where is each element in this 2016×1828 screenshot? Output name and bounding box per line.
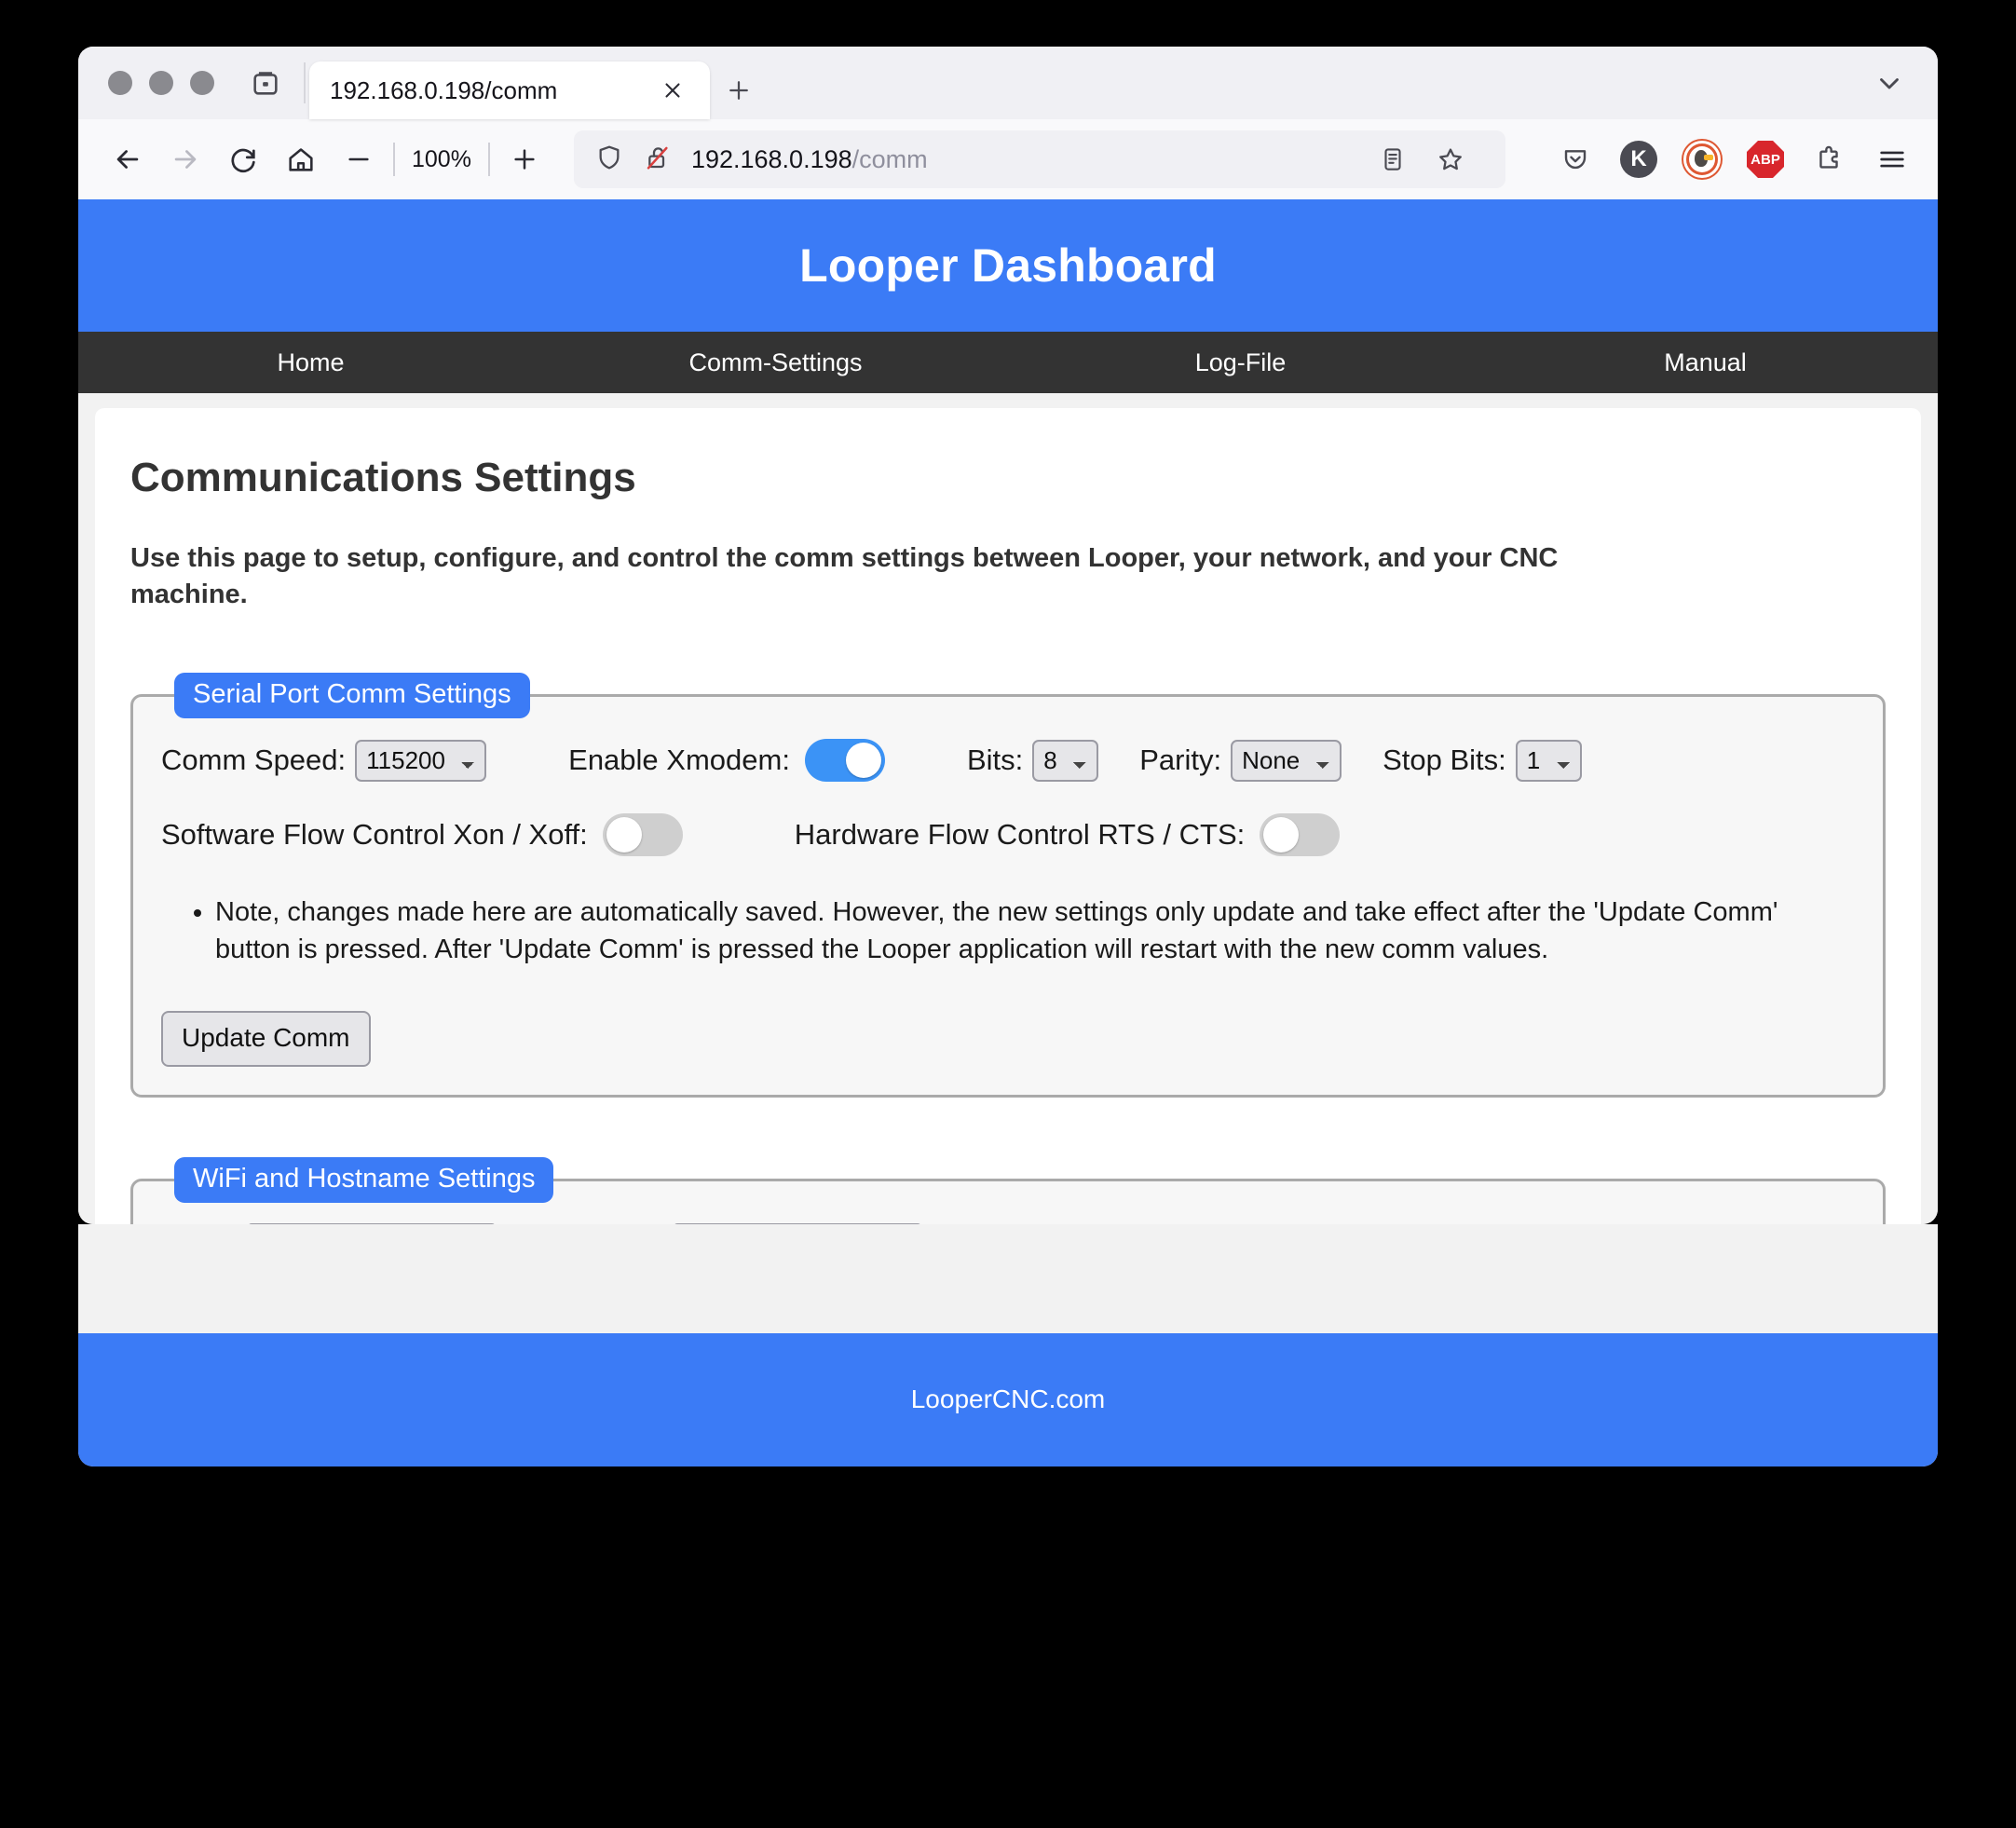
wifi-panel-legend: WiFi and Hostname Settings <box>174 1157 554 1204</box>
serial-port-comm-settings-panel: Serial Port Comm Settings Comm Speed: 11… <box>130 673 1886 1098</box>
page-heading: Communications Settings <box>130 455 636 500</box>
nav-item-home[interactable]: Home <box>78 348 543 377</box>
parity-select[interactable]: None <box>1231 739 1342 782</box>
tabstrip-divider <box>304 62 306 103</box>
site-navbar: Home Comm-Settings Log-File Manual <box>78 332 1938 393</box>
software-flow-control-toggle[interactable] <box>602 813 683 857</box>
comm-speed-select[interactable]: 115200 <box>355 739 487 782</box>
serial-row-flow-control: Software Flow Control Xon / Xoff: Hardwa… <box>161 813 1855 857</box>
chevron-down-icon[interactable] <box>1852 47 1927 119</box>
browser-window: 192.168.0.198/comm 100% 192.168.0.198/co… <box>78 47 1938 1224</box>
software-flow-control-label: Software Flow Control Xon / Xoff: <box>161 818 588 852</box>
toggle-knob <box>606 817 642 853</box>
zoom-out-button[interactable] <box>330 130 388 188</box>
footer-spacer <box>78 1224 1938 1333</box>
zoom-level-label[interactable]: 100% <box>401 146 483 173</box>
keepass-letter: K <box>1620 141 1657 178</box>
zoom-in-button[interactable] <box>496 130 553 188</box>
enable-xmodem-toggle[interactable] <box>804 739 885 783</box>
stop-bits-select[interactable]: 1 <box>1515 739 1582 782</box>
nav-item-comm-settings[interactable]: Comm-Settings <box>543 348 1008 377</box>
navigation-toolbar: 100% 192.168.0.198/comm K ABP <box>78 119 1938 199</box>
shield-icon[interactable] <box>594 143 624 177</box>
serial-note-item: Note, changes made here are automaticall… <box>215 894 1780 968</box>
tab-strip: 192.168.0.198/comm <box>78 47 1938 119</box>
comm-speed-label: Comm Speed: <box>161 743 347 777</box>
hamburger-menu-icon[interactable] <box>1863 130 1921 188</box>
parity-label: Parity: <box>1139 743 1222 777</box>
url-host: 192.168.0.198 <box>690 144 852 173</box>
duckduckgo-badge <box>1683 141 1721 178</box>
stop-bits-label: Stop Bits: <box>1383 743 1506 777</box>
toolbar-divider <box>487 143 490 176</box>
extension-icons: K ABP <box>1530 130 1921 188</box>
serial-notes-list: Note, changes made here are automaticall… <box>161 894 1855 968</box>
star-icon[interactable] <box>1422 130 1479 188</box>
urlbar-action-buttons <box>1358 130 1485 188</box>
toggle-knob <box>1263 817 1300 853</box>
back-arrow-icon[interactable] <box>99 130 157 188</box>
list-all-tabs-sidebar-icon[interactable] <box>231 47 300 119</box>
adblock-label: ABP <box>1747 141 1784 178</box>
url-bar[interactable]: 192.168.0.198/comm <box>573 130 1505 188</box>
duckduckgo-icon[interactable] <box>1673 130 1731 188</box>
page-viewport: Looper Dashboard Home Comm-Settings Log-… <box>78 199 1938 1224</box>
url-path: /comm <box>851 144 928 173</box>
toggle-knob <box>845 743 881 779</box>
reload-icon[interactable] <box>214 130 272 188</box>
serial-panel-legend: Serial Port Comm Settings <box>174 673 530 719</box>
pocket-icon[interactable] <box>1546 130 1604 188</box>
page-intro-text: Use this page to setup, configure, and c… <box>130 543 1559 610</box>
nav-item-manual[interactable]: Manual <box>1473 348 1938 377</box>
footer-wrapper: LooperCNC.com <box>78 1224 1938 1466</box>
nav-item-log-file[interactable]: Log-File <box>1008 348 1473 377</box>
bits-label: Bits: <box>966 743 1024 777</box>
reader-view-icon[interactable] <box>1364 130 1422 188</box>
wifi-hostname-settings-panel: WiFi and Hostname Settings SSID: Passwor… <box>130 1157 1886 1224</box>
enable-xmodem-label: Enable Xmodem: <box>568 743 790 777</box>
hardware-flow-control-label: Hardware Flow Control RTS / CTS: <box>794 818 1246 852</box>
close-window-button[interactable] <box>108 71 132 95</box>
maximize-window-button[interactable] <box>190 71 214 95</box>
content-card: Communications Settings Use this page to… <box>95 408 1921 1224</box>
hardware-flow-control-toggle[interactable] <box>1260 813 1341 857</box>
home-icon[interactable] <box>272 130 330 188</box>
duck-glyph <box>1689 146 1715 172</box>
extensions-puzzle-icon[interactable] <box>1800 130 1858 188</box>
tab-title: 192.168.0.198/comm <box>330 75 558 104</box>
browser-tab[interactable]: 192.168.0.198/comm <box>309 61 710 119</box>
adblock-plus-icon[interactable]: ABP <box>1737 130 1794 188</box>
minimize-window-button[interactable] <box>149 71 173 95</box>
keepass-icon[interactable]: K <box>1610 130 1668 188</box>
site-title: Looper Dashboard <box>799 239 1217 292</box>
bits-select[interactable]: 8 <box>1032 739 1099 782</box>
unlocked-padlock-crossed-icon[interactable] <box>643 143 673 177</box>
serial-row-primary: Comm Speed: 115200 Enable Xmodem: Bits: … <box>161 739 1855 783</box>
site-header: Looper Dashboard <box>78 199 1938 332</box>
url-text: 192.168.0.198/comm <box>691 145 928 174</box>
update-comm-button[interactable]: Update Comm <box>161 1011 371 1068</box>
window-traffic-lights <box>93 47 231 119</box>
close-icon[interactable] <box>654 72 691 109</box>
toolbar-divider <box>393 143 395 176</box>
plus-icon[interactable] <box>710 61 768 119</box>
site-footer: LooperCNC.com <box>78 1332 1938 1466</box>
forward-arrow-icon <box>157 130 214 188</box>
